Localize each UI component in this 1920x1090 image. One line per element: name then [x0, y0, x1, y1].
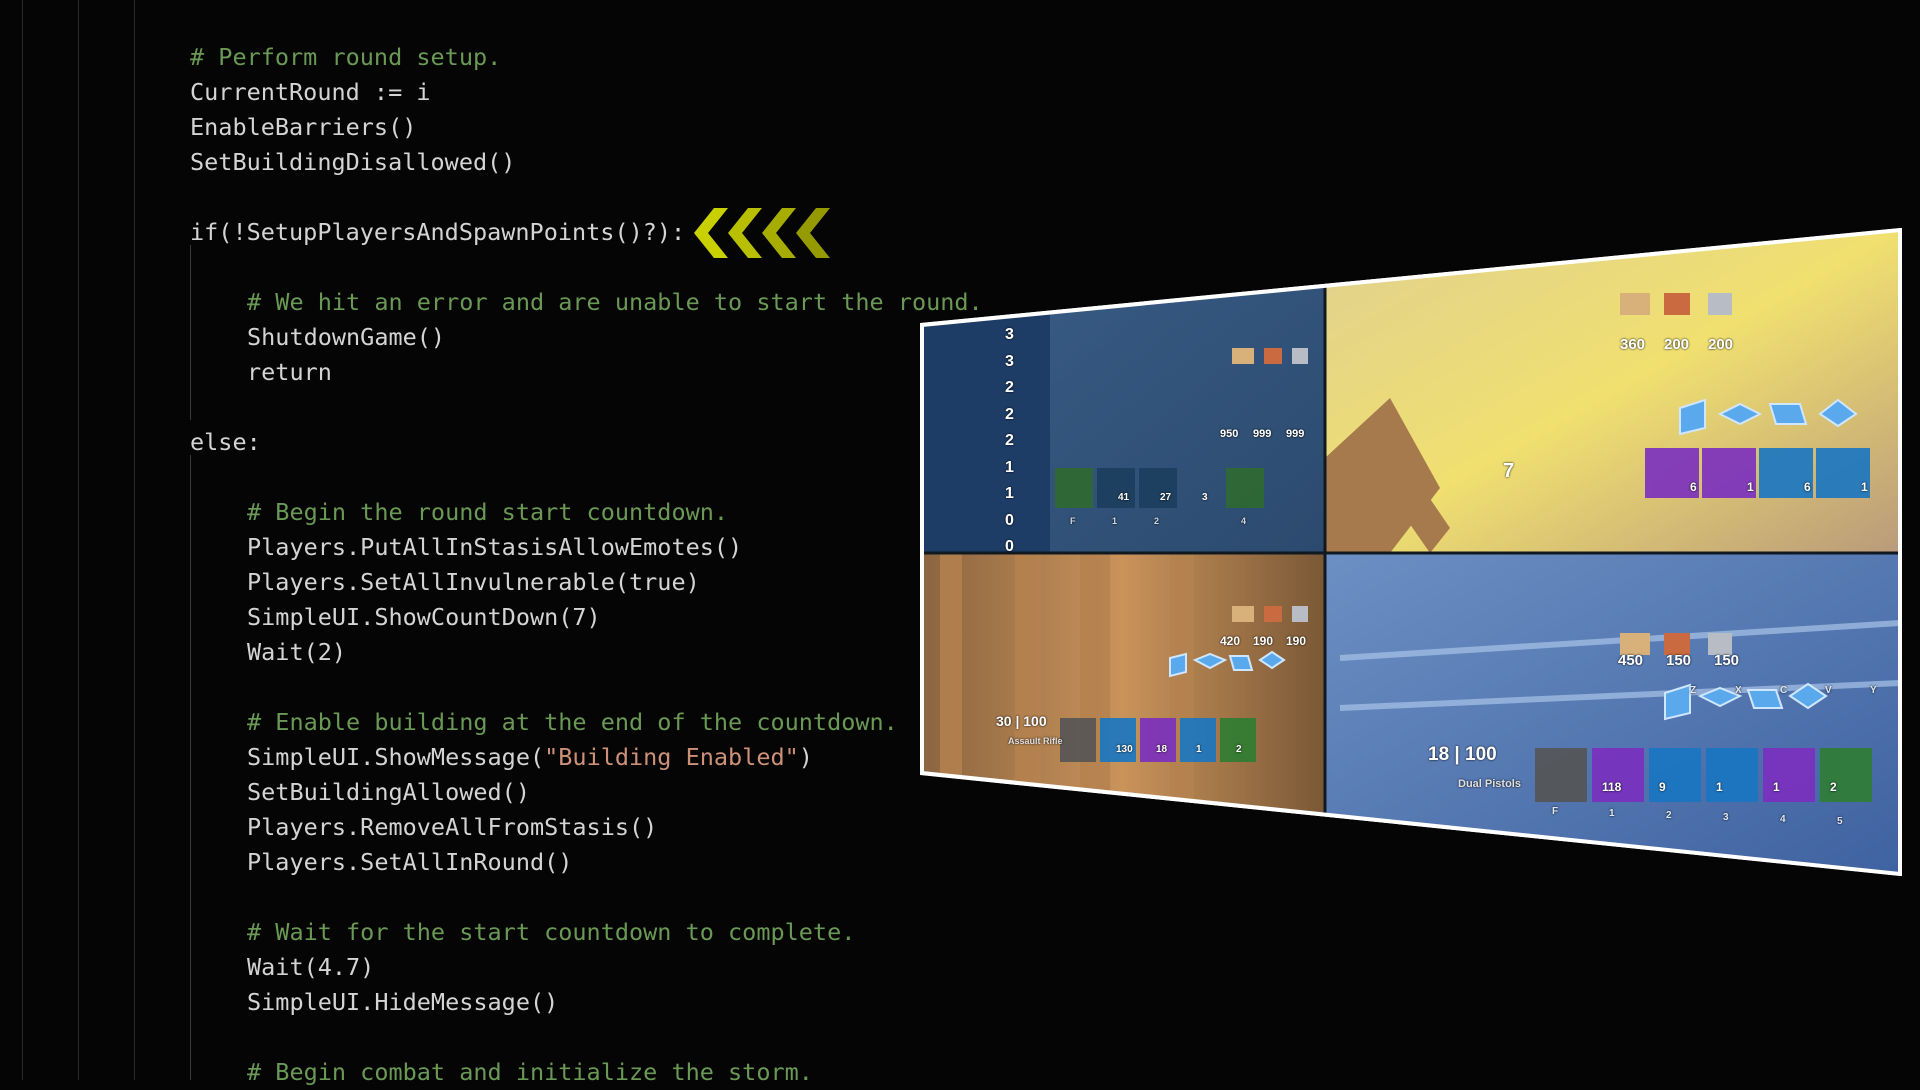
scoreboard-value: 3: [1005, 352, 1014, 370]
scoreboard-value: 1: [1005, 458, 1014, 476]
code-line: Wait(2): [247, 638, 347, 666]
scoreboard-value: 0: [1005, 511, 1014, 529]
slot-key: 1: [1609, 808, 1615, 819]
code-line: EnableBarriers(): [190, 113, 417, 141]
ammo-count: 130: [1116, 744, 1133, 755]
code-line: Players.SetAllInvulnerable(true): [247, 568, 700, 596]
slot-count: 6: [1690, 480, 1697, 494]
material-count: 999: [1253, 428, 1272, 440]
scoreboard-value: 1: [1005, 485, 1014, 502]
ammo-count: 3: [1202, 492, 1208, 503]
material-count: 200: [1708, 336, 1734, 353]
slot-key: 2: [1154, 516, 1160, 526]
scoreboard-value: 2: [1005, 432, 1014, 449]
slot-count: 6: [1804, 480, 1811, 494]
code-line: ShutdownGame(): [247, 323, 446, 351]
slot-key: 2: [1666, 810, 1672, 821]
code-line: SetBuildingDisallowed(): [190, 148, 516, 176]
code-line: Wait(4.7): [247, 953, 375, 981]
material-count: 200: [1664, 336, 1690, 353]
code-line: Players.PutAllInStasisAllowEmotes(): [247, 533, 743, 561]
slot-key: F: [1552, 806, 1559, 817]
material-count: 150: [1666, 652, 1692, 669]
code-comment-line: # Enable building at the end of the coun…: [247, 708, 898, 736]
build-key: Z: [1690, 685, 1697, 696]
material-count: 420: [1220, 634, 1241, 648]
code-comment-line: # Begin the round start countdown.: [247, 498, 729, 526]
scoreboard-value: 2: [1005, 405, 1014, 423]
build-key: V: [1825, 685, 1832, 696]
build-key: X: [1735, 685, 1742, 696]
code-line: SetBuildingAllowed(): [247, 778, 530, 806]
scoreboard-value: 0: [1005, 538, 1014, 555]
material-count: 190: [1253, 634, 1274, 648]
slot-count: 1: [1716, 780, 1723, 794]
code-line: else:: [190, 428, 261, 456]
code-line: SimpleUI.HideMessage(): [247, 988, 559, 1016]
weapon-name: Dual Pistols: [1458, 778, 1521, 790]
code-line: return: [247, 358, 332, 386]
slot-count: 1: [1773, 780, 1780, 794]
code-line: Players.RemoveAllFromStasis(): [247, 813, 658, 841]
material-count: 999: [1286, 428, 1305, 440]
slot-count: 2: [1830, 780, 1837, 794]
build-key: C: [1780, 685, 1788, 696]
slot-key: 1: [1112, 516, 1118, 526]
slot-key: 4: [1241, 516, 1247, 526]
material-count: 150: [1714, 652, 1740, 669]
code-line: SimpleUI.ShowCountDown(7): [247, 603, 601, 631]
ammo-status: 18 | 100: [1428, 744, 1497, 765]
code-line: if(!SetupPlayersAndSpawnPoints()?):: [190, 218, 686, 246]
ammo-count: 27: [1160, 492, 1172, 503]
slot-key: 3: [1723, 812, 1729, 823]
code-token: SimpleUI.ShowMessage(: [247, 743, 545, 771]
string-literal: "Building Enabled": [544, 743, 799, 771]
code-line: SimpleUI.ShowMessage("Building Enabled"): [247, 740, 813, 775]
material-count: 950: [1220, 428, 1239, 440]
material-count: 360: [1620, 336, 1646, 353]
material-count: 190: [1286, 634, 1307, 648]
scoreboard-value: 3: [1005, 326, 1014, 343]
countdown-number: 7: [1503, 460, 1515, 482]
code-token: ): [798, 743, 813, 771]
material-count: 450: [1618, 652, 1644, 669]
code-comment-line: # Perform round setup.: [190, 43, 502, 71]
ammo-status: 30 | 100: [996, 713, 1047, 729]
slot-count: 118: [1602, 780, 1622, 794]
slot-count: 1: [1747, 480, 1754, 494]
slot-key: 5: [1837, 816, 1843, 827]
code-line: CurrentRound := i: [190, 78, 431, 106]
slot-key: F: [1070, 516, 1076, 526]
ammo-count: 2: [1236, 744, 1242, 755]
weapon-name: Assault Rifle: [1008, 736, 1063, 746]
ammo-count: 1: [1196, 744, 1202, 755]
gameplay-splitscreen-panel: [920, 228, 1902, 876]
code-comment-line: # Begin combat and initialize the storm.: [247, 1058, 813, 1086]
slot-count: 9: [1659, 780, 1666, 794]
slot-key: 4: [1780, 814, 1786, 825]
code-line: Players.SetAllInRound(): [247, 848, 573, 876]
chevron-left-arrows-icon: [694, 208, 830, 258]
code-comment-line: # Wait for the start countdown to comple…: [247, 918, 856, 946]
scoreboard-value: 2: [1005, 379, 1014, 396]
build-key: Y: [1870, 685, 1877, 696]
slot-count: 1: [1861, 480, 1868, 494]
ammo-count: 18: [1156, 744, 1168, 755]
code-comment-line: # We hit an error and are unable to star…: [247, 288, 983, 316]
ammo-count: 41: [1118, 492, 1130, 503]
